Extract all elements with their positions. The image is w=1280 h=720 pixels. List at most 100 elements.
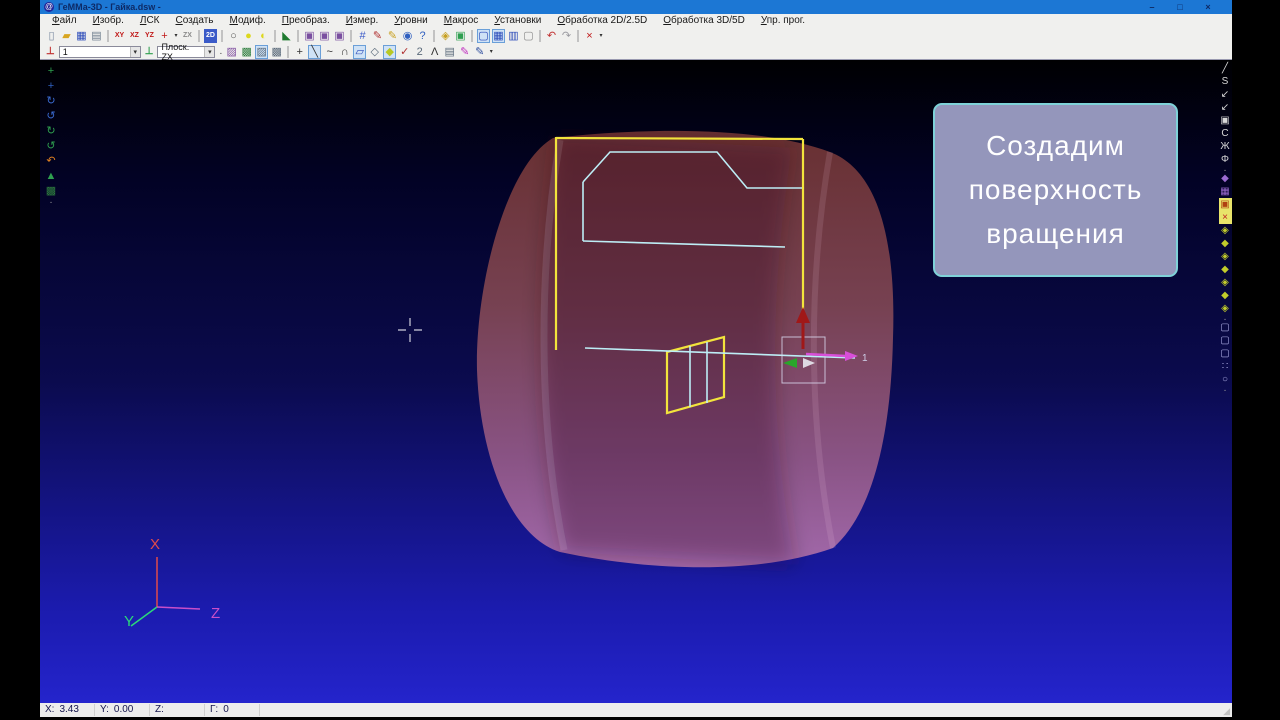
- minimize-button[interactable]: –: [1146, 2, 1158, 12]
- viewport-3d[interactable]: 1 X Y Z + + ↻ ↺ ↻ ↺ ↶ ▲ ▩. ╱ S ↙ ↙ ▣ C Ж Φ. ◆ ▦ ▣ × ◈ ◆ ◈ ◆ ◈ ◆ ◈.: [40, 60, 1232, 703]
- render-mode-icon[interactable]: ▩: [45, 183, 58, 198]
- wave-surf-icon[interactable]: Ж: [1219, 140, 1232, 153]
- view-zx-button[interactable]: ZX: [181, 29, 194, 43]
- help-icon[interactable]: ?: [416, 29, 429, 43]
- palette-icon[interactable]: ◈: [439, 29, 452, 43]
- spline-surf-icon[interactable]: S: [1219, 75, 1232, 88]
- pipe-surf-icon[interactable]: Φ: [1219, 153, 1232, 166]
- menu-programs[interactable]: Упр. прог.: [753, 15, 813, 26]
- box-3-icon[interactable]: ▢: [1219, 347, 1232, 360]
- plane-tool-icon[interactable]: ▱: [353, 44, 367, 59]
- arc-surf-icon[interactable]: C: [1219, 127, 1232, 140]
- hatch-style-2-icon[interactable]: ▩: [270, 45, 283, 59]
- magenta-pen-icon[interactable]: ✎: [458, 45, 471, 59]
- plane-combobox-arrow-icon[interactable]: ▾: [204, 46, 215, 57]
- view-axonometry-button[interactable]: +: [158, 29, 171, 43]
- plane-combobox[interactable]: Плоск. ZX ▾: [157, 42, 216, 62]
- view-2d-button[interactable]: 2D: [204, 28, 217, 43]
- close-button[interactable]: ×: [1202, 2, 1214, 12]
- screen-icon[interactable]: ▣: [454, 29, 467, 43]
- new-file-icon[interactable]: ▯: [45, 29, 58, 43]
- hatch-style-icon[interactable]: ▨: [255, 44, 269, 59]
- box-2-icon[interactable]: ▢: [1219, 334, 1232, 347]
- view-axonometry-dropdown[interactable]: ▾: [173, 29, 179, 43]
- delete-icon[interactable]: ×: [583, 29, 596, 43]
- shading-icon[interactable]: ▲: [45, 168, 58, 183]
- undo-icon[interactable]: ↶: [545, 29, 558, 43]
- window-single-icon[interactable]: ▢: [477, 28, 490, 43]
- ucs-combobox[interactable]: 1 ▾: [58, 45, 141, 58]
- left-toolbar-more-icon[interactable]: .: [49, 195, 54, 206]
- viewport-2-icon[interactable]: ▣: [318, 29, 331, 43]
- open-file-icon[interactable]: ▰: [60, 29, 73, 43]
- project-1-icon[interactable]: ↙: [1219, 88, 1232, 101]
- window-cascade-icon[interactable]: ▦: [492, 28, 505, 43]
- circle-outline-icon[interactable]: ○: [227, 29, 240, 43]
- zoom-pan-icon[interactable]: +: [45, 63, 58, 78]
- resize-grip[interactable]: ◢: [1223, 706, 1230, 717]
- menu-machining-3d[interactable]: Обработка 3D/5D: [655, 15, 753, 26]
- line-surf-icon[interactable]: ╱: [1219, 62, 1232, 75]
- sun-icon[interactable]: ▣: [1218, 198, 1232, 211]
- blue-pen-icon[interactable]: ✎: [473, 45, 486, 59]
- right-dot-3[interactable]: .: [1223, 383, 1228, 394]
- toolbar2-more-icon[interactable]: ▾: [488, 45, 494, 59]
- rotate-view-icon[interactable]: ↻: [45, 93, 58, 108]
- point-tool-icon[interactable]: +: [293, 45, 306, 59]
- edit-red-pencil-icon[interactable]: ✎: [371, 29, 384, 43]
- edit-yellow-pencil-icon[interactable]: ✎: [386, 29, 399, 43]
- region-tool-icon[interactable]: ◆: [383, 44, 397, 59]
- circle-filled-icon[interactable]: ●: [242, 29, 255, 43]
- arc-tool-icon[interactable]: ∩: [338, 45, 351, 59]
- cut-red-icon[interactable]: ×: [1218, 211, 1232, 224]
- ucs-combobox-arrow-icon[interactable]: ▾: [129, 46, 140, 57]
- orbit-icon[interactable]: ↻: [45, 123, 58, 138]
- menu-create[interactable]: Создать: [168, 15, 222, 26]
- menu-macro[interactable]: Макрос: [436, 15, 487, 26]
- menu-file[interactable]: Файл: [44, 15, 85, 26]
- line-tool-icon[interactable]: ╲: [308, 44, 322, 59]
- menu-levels[interactable]: Уровни: [386, 15, 435, 26]
- surface-ruled-icon[interactable]: ◆: [1219, 237, 1232, 250]
- rect-surf-icon[interactable]: ▣: [1219, 114, 1232, 127]
- curve-tool-icon[interactable]: ~: [323, 45, 336, 59]
- surface-mesh-icon[interactable]: ◆: [1219, 263, 1232, 276]
- zoom-window-icon[interactable]: +: [45, 78, 58, 93]
- window-small-icon[interactable]: ▢: [522, 29, 535, 43]
- mesh-purple-icon[interactable]: ◆: [1219, 172, 1232, 185]
- menu-measure[interactable]: Измер.: [338, 15, 387, 26]
- grid-icon[interactable]: #: [356, 29, 369, 43]
- snap-tool-icon[interactable]: ✓: [398, 45, 411, 59]
- redo-icon[interactable]: ↷: [560, 29, 573, 43]
- save-file-icon[interactable]: ▦: [75, 29, 88, 43]
- menu-image[interactable]: Изобр.: [85, 15, 132, 26]
- eye-icon[interactable]: ◉: [401, 29, 414, 43]
- surface-fillet-icon[interactable]: ◆: [1219, 289, 1232, 302]
- surface-offset-icon[interactable]: ◈: [1219, 302, 1232, 315]
- arrow-green-icon[interactable]: ◣: [280, 29, 293, 43]
- view-yz-button[interactable]: YZ: [143, 29, 156, 43]
- surface-revolve-icon[interactable]: ◈: [1219, 224, 1232, 237]
- menu-lcs[interactable]: ЛСК: [132, 15, 168, 26]
- view-xz-button[interactable]: XZ: [128, 29, 141, 43]
- group-icon[interactable]: ∷: [1219, 360, 1232, 373]
- project-2-icon[interactable]: ↙: [1219, 101, 1232, 114]
- viewport-1-icon[interactable]: ▣: [303, 29, 316, 43]
- grid-purple-icon[interactable]: ▦: [1219, 185, 1232, 198]
- window-tile-icon[interactable]: ▥: [507, 29, 520, 43]
- mesh-tool-icon[interactable]: ▤: [443, 45, 456, 59]
- contour-tool-icon[interactable]: ◇: [368, 45, 381, 59]
- circle-surf-icon[interactable]: ○: [1219, 373, 1232, 386]
- maximize-button[interactable]: □: [1174, 2, 1186, 12]
- menu-settings[interactable]: Установки: [486, 15, 549, 26]
- print-icon[interactable]: ▤: [90, 29, 103, 43]
- surface-patch-icon[interactable]: ◈: [1219, 276, 1232, 289]
- menu-machining-2d[interactable]: Обработка 2D/2.5D: [549, 15, 655, 26]
- view-xy-button[interactable]: XY: [113, 29, 126, 43]
- hatch-pen-icon[interactable]: ▨: [225, 45, 238, 59]
- view-restore-icon[interactable]: ↶: [45, 153, 58, 168]
- region-fill-icon[interactable]: ▩: [240, 45, 253, 59]
- menu-modify[interactable]: Модиф.: [222, 15, 274, 26]
- spline2-tool-icon[interactable]: 2: [413, 45, 426, 59]
- viewport-3-icon[interactable]: ▣: [333, 29, 346, 43]
